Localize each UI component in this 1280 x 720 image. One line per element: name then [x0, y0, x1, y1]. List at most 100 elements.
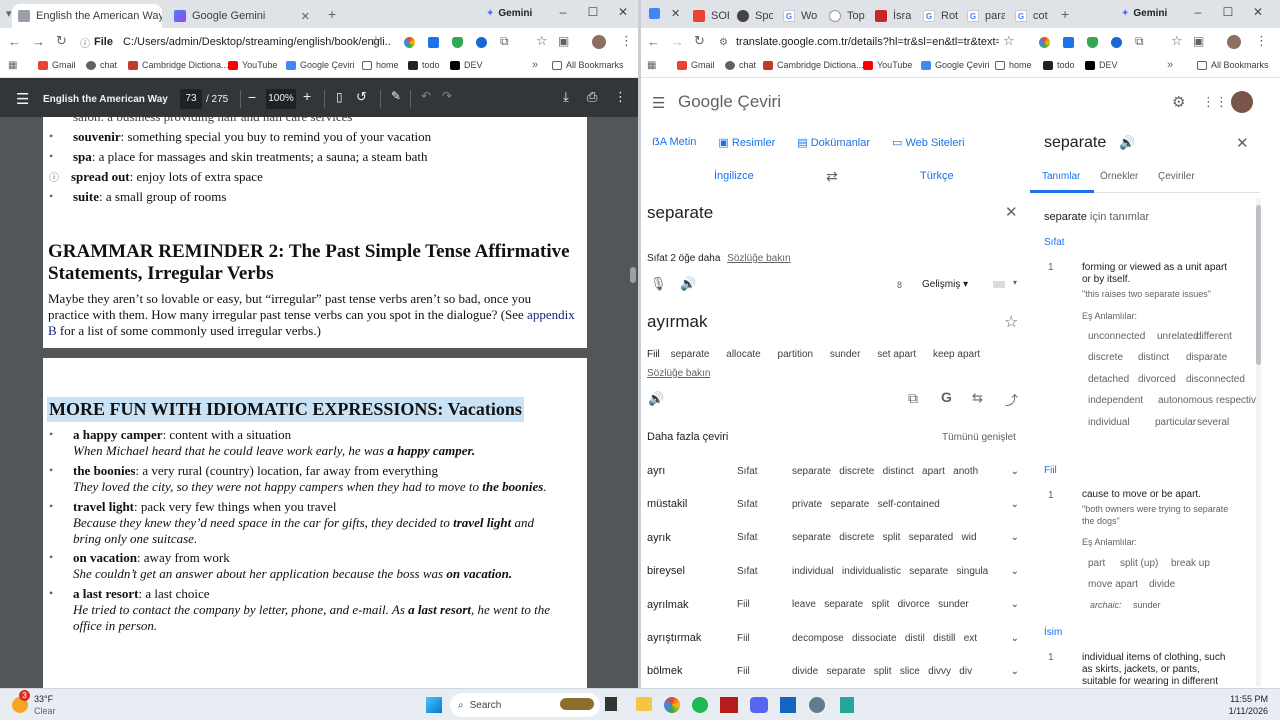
more-bookmarks-icon[interactable]: »: [532, 59, 538, 71]
task-view-icon[interactable]: [605, 697, 617, 711]
synonym-chip[interactable]: part: [1088, 558, 1105, 569]
app-logo[interactable]: Google Çeviri: [678, 92, 781, 112]
archaic-synonym[interactable]: sunder: [1133, 600, 1161, 610]
back-icon[interactable]: ←: [647, 34, 660, 49]
chevron-down-icon[interactable]: ⌄: [1005, 566, 1019, 577]
source-language[interactable]: İngilizce: [714, 170, 754, 182]
account-avatar[interactable]: [1231, 91, 1253, 113]
undo-icon[interactable]: ↶: [421, 89, 431, 103]
bookmark-todo[interactable]: todo: [408, 60, 440, 70]
synonym-chip[interactable]: detached: [1088, 374, 1129, 385]
rotate-icon[interactable]: ↺: [356, 89, 367, 105]
mode-images[interactable]: ▣ Resimler: [718, 136, 775, 149]
clock-time[interactable]: 11:55 PM: [1216, 694, 1268, 704]
chrome-icon[interactable]: [664, 697, 680, 713]
google-apps-icon[interactable]: ⋮⋮: [1202, 94, 1228, 110]
bookmark-gmail[interactable]: Gmail: [38, 60, 76, 70]
bookmark-youtube[interactable]: YouTube: [228, 60, 277, 70]
forward-icon[interactable]: →: [671, 34, 684, 49]
microphone-icon[interactable]: 🎙: [650, 276, 667, 292]
synonym-chip[interactable]: independent: [1088, 395, 1143, 406]
download-icon[interactable]: ⤓: [563, 89, 569, 105]
file-explorer-icon[interactable]: [636, 697, 652, 711]
pdf-viewer[interactable]: salon: a business providing hair and nai…: [0, 117, 638, 688]
chevron-down-icon[interactable]: ⌄: [1005, 466, 1019, 477]
synonym-chip[interactable]: divide: [1149, 579, 1175, 590]
target-language[interactable]: Türkçe: [920, 170, 954, 182]
extension-color-icon[interactable]: [1039, 37, 1050, 48]
tab-cot[interactable]: Gcot: [1015, 4, 1051, 28]
zoom-level[interactable]: 100%: [266, 89, 296, 109]
more-bookmarks-icon[interactable]: »: [1167, 59, 1173, 71]
appendix-link[interactable]: B: [48, 323, 57, 338]
bookmark-cambridge[interactable]: Cambridge Dictiona...: [763, 60, 864, 70]
extension-gear-icon[interactable]: [1111, 37, 1122, 48]
reload-icon[interactable]: ↻: [694, 33, 705, 49]
discord-icon[interactable]: [750, 697, 768, 713]
pdf-scrollbar[interactable]: [630, 267, 636, 283]
synonym-chip[interactable]: split (up): [1120, 558, 1158, 569]
chevron-down-icon[interactable]: ⌄: [1005, 666, 1019, 677]
expand-all-button[interactable]: Tümünü genişlet: [942, 432, 1016, 443]
clock-date[interactable]: 1/11/2026: [1216, 706, 1268, 716]
bookmark-youtube[interactable]: YouTube: [863, 60, 912, 70]
translation-row[interactable]: bireysel Sıfat individual individualistic …: [647, 561, 1019, 581]
copy-icon[interactable]: ⧉: [908, 390, 918, 407]
extension-color-icon[interactable]: [404, 37, 415, 48]
back-icon[interactable]: ←: [8, 34, 21, 49]
mode-documents[interactable]: ▤ Dokümanlar: [797, 136, 870, 149]
bookmark-translate[interactable]: Google Çeviri: [921, 60, 990, 70]
minimize-icon[interactable]: –: [1189, 5, 1207, 19]
bookmark-star-icon[interactable]: ☆: [370, 33, 382, 49]
side-panel-icon[interactable]: ▣: [558, 34, 569, 48]
gemini-button[interactable]: ✦ Gemini: [486, 8, 532, 19]
synonym-chip[interactable]: move apart: [1088, 579, 1138, 590]
appendix-link[interactable]: appendix: [527, 307, 575, 322]
bookmark-dev[interactable]: DEV: [1085, 60, 1118, 70]
close-tab-icon[interactable]: ✕: [671, 7, 680, 20]
bookmark-translate[interactable]: Google Çeviri: [286, 60, 355, 70]
close-tab-icon[interactable]: ✕: [301, 10, 310, 23]
start-windows-icon[interactable]: [426, 697, 442, 713]
synonym-chip[interactable]: distinct: [1138, 352, 1169, 363]
synonym-chip[interactable]: sunder: [830, 349, 861, 360]
tab-wo[interactable]: G Wo: [783, 4, 819, 28]
swap-languages-icon[interactable]: ⇄: [826, 168, 838, 185]
close-panel-icon[interactable]: ✕: [1236, 134, 1249, 152]
extensions-puzzle-icon[interactable]: ⧉: [1135, 34, 1144, 49]
chevron-down-icon[interactable]: ⌄: [1005, 633, 1019, 644]
photos-icon[interactable]: [780, 697, 796, 713]
synonym-chip[interactable]: keep apart: [933, 349, 980, 360]
extension-shield-icon[interactable]: [1087, 37, 1098, 48]
extension-shield-icon[interactable]: [452, 37, 463, 48]
fit-page-icon[interactable]: ▯: [336, 90, 343, 104]
tab-sof[interactable]: SOF: [693, 4, 729, 28]
bookmark-gmail[interactable]: Gmail: [677, 60, 715, 70]
translation-row[interactable]: ayrıştırmak Fiil decompose dissociate dist…: [647, 628, 1019, 648]
forward-icon[interactable]: →: [32, 34, 45, 49]
chevron-down-icon[interactable]: ⌄: [1005, 532, 1019, 543]
chevron-down-icon[interactable]: ⌄: [1005, 599, 1019, 610]
synonym-chip[interactable]: respective: [1216, 395, 1262, 406]
extensions-puzzle-icon[interactable]: ⧉: [500, 34, 509, 49]
translation-row[interactable]: ayrılmak Fiil leave separate split divorce…: [647, 595, 1019, 615]
keyboard-icon[interactable]: [993, 281, 1005, 288]
synonym-chip[interactable]: allocate: [726, 349, 760, 360]
translation-row[interactable]: müstakil Sıfat private separate self-conta…: [647, 494, 1019, 514]
tab-spo[interactable]: Spo: [737, 4, 773, 28]
address-bar[interactable]: ⓘ File C:/Users/admin/Desktop/streaming/…: [80, 31, 390, 53]
tab-english-book[interactable]: English the American Way ✕: [12, 4, 162, 28]
synonym-chip[interactable]: divorced: [1138, 374, 1176, 385]
bookmark-icon[interactable]: ☆: [536, 33, 548, 49]
extension-plus-icon[interactable]: [1063, 37, 1074, 48]
clear-text-icon[interactable]: ✕: [1005, 203, 1018, 221]
extension-gear-icon[interactable]: [476, 37, 487, 48]
minimize-icon[interactable]: –: [554, 5, 572, 19]
advanced-dropdown[interactable]: Gelişmiş ▾: [922, 279, 968, 290]
keyboard-dropdown-icon[interactable]: ▾: [1013, 278, 1017, 287]
side-panel-icon[interactable]: ▣: [1193, 34, 1204, 48]
menu-dots-icon[interactable]: ⋮: [620, 33, 633, 49]
apps-grid-icon[interactable]: ▦: [8, 60, 17, 71]
redo-icon[interactable]: ↷: [442, 89, 452, 103]
app-red-icon[interactable]: [720, 697, 738, 713]
